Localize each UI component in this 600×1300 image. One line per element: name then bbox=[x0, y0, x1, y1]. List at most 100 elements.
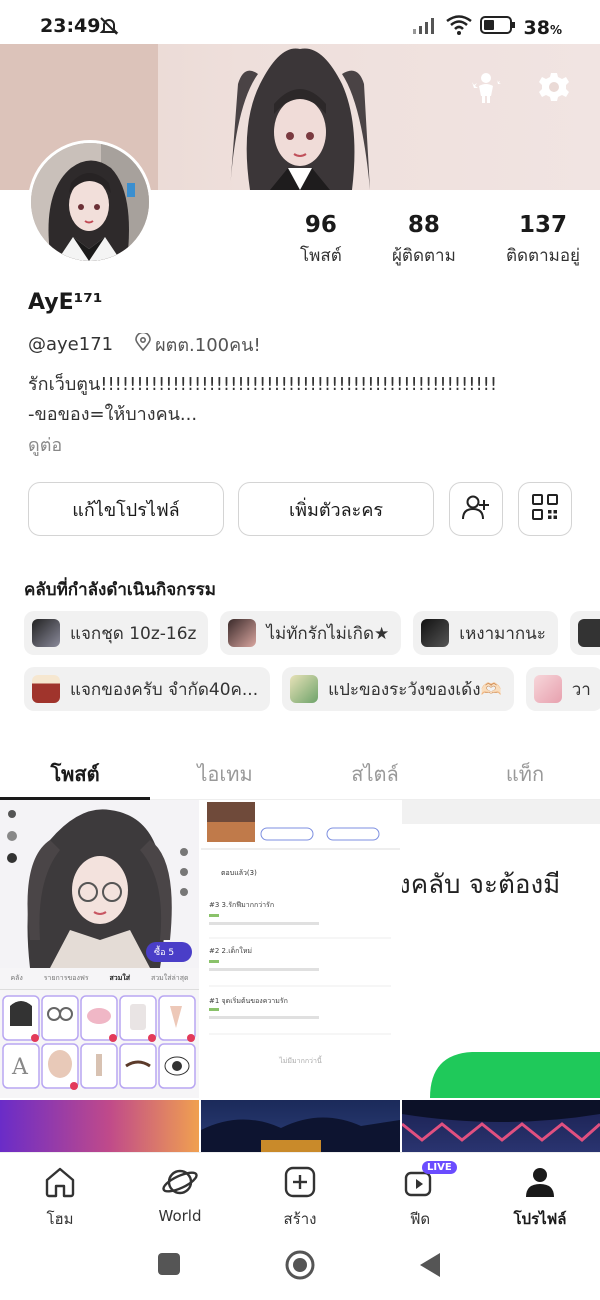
settings-gear-icon[interactable] bbox=[536, 69, 572, 105]
club-name: วา bbox=[571, 679, 591, 700]
feed-end-note: ไม่มีมากกว่านี้ bbox=[279, 1057, 322, 1065]
club-chip[interactable]: แปะของระวังของเด้ง🫶🏻 bbox=[282, 667, 514, 711]
live-badge: LIVE bbox=[422, 1161, 457, 1174]
wifi-icon bbox=[445, 15, 472, 40]
feed-comment-count: ตอบแล้ว(3) bbox=[221, 869, 257, 877]
post-thumbnail[interactable]: งคลับ จะต้องมี bbox=[402, 800, 600, 1098]
recent-apps-icon[interactable] bbox=[157, 1252, 181, 1280]
buy-badge: ซื้อ 5 bbox=[154, 948, 175, 958]
club-chip[interactable]: แจกชุด 10z-16z bbox=[24, 611, 209, 655]
stat-following[interactable]: 137 ติดตามอยู่ bbox=[506, 212, 580, 269]
mute-icon bbox=[98, 16, 120, 40]
system-navigation-bar bbox=[0, 1232, 600, 1300]
club-thumbnail bbox=[577, 619, 600, 647]
club-chip[interactable]: แจกของครับ จำกัด40ค... bbox=[24, 667, 271, 711]
post-banner-text: งคลับ จะต้องมี bbox=[402, 870, 561, 900]
stat-posts[interactable]: 96 โพสต์ bbox=[300, 212, 342, 269]
post-image bbox=[201, 802, 400, 852]
club-name: เหงามากนะ bbox=[459, 623, 546, 644]
club-name: แจกของครับ จำกัด40ค... bbox=[70, 679, 259, 700]
tab-style[interactable]: สไตล์ bbox=[300, 744, 450, 799]
location-pin-icon bbox=[135, 331, 151, 356]
nav-profile[interactable]: โปรไฟล์ bbox=[480, 1153, 600, 1232]
edit-profile-button[interactable]: แก้ไขโปรไฟล์ bbox=[28, 482, 224, 536]
bio-line: -ขอของ=ให้บางคน... bbox=[28, 404, 198, 425]
status-time: 23:49 bbox=[40, 15, 101, 37]
shop-tab: รายการของฟร bbox=[43, 974, 89, 982]
stat-label: โพสต์ bbox=[300, 246, 342, 266]
club-name: แปะของระวังของเด้ง🫶🏻 bbox=[328, 679, 502, 700]
nav-label: สร้าง bbox=[283, 1210, 317, 1228]
club-chip[interactable] bbox=[569, 611, 600, 655]
profile-avatar[interactable] bbox=[28, 140, 152, 264]
stat-label: ผู้ติดตาม bbox=[391, 246, 456, 266]
posts-grid: ซื้อ 5 คลัง รายการของฟร สวมใส่ สวมใส่ล่า… bbox=[0, 800, 600, 1152]
club-thumbnail bbox=[290, 675, 319, 703]
shop-tab: สวมใส่ bbox=[109, 974, 131, 982]
home-button-icon[interactable] bbox=[284, 1249, 316, 1285]
nav-world[interactable]: World bbox=[120, 1153, 240, 1232]
location: ผตต.100คน! bbox=[135, 330, 261, 359]
nav-label: World bbox=[158, 1207, 202, 1225]
post-thumbnail[interactable]: ตอบแล้ว(3) #3 3.รักฟีมากกว่ารัก #2 2.เด็… bbox=[201, 800, 400, 1098]
banner-character-image bbox=[230, 48, 370, 190]
stat-value: 88 bbox=[407, 212, 440, 238]
post-thumbnail[interactable] bbox=[402, 1100, 600, 1152]
battery-icon bbox=[479, 15, 516, 40]
back-icon[interactable] bbox=[418, 1251, 442, 1283]
shop-tab: คลัง bbox=[10, 974, 23, 982]
club-thumbnail bbox=[533, 675, 562, 703]
club-thumbnail bbox=[421, 619, 450, 647]
nav-feed[interactable]: LIVE ฟีด bbox=[360, 1153, 480, 1232]
profile-tabs: โพสต์ ไอเทม สไตล์ แท็ก bbox=[0, 744, 600, 800]
location-text: ผตต.100คน! bbox=[155, 335, 261, 356]
user-handle: @aye171 bbox=[28, 334, 114, 355]
post-thumbnail[interactable] bbox=[0, 1100, 199, 1152]
post-thumbnail[interactable] bbox=[201, 1100, 400, 1152]
club-thumbnail bbox=[32, 619, 60, 647]
active-clubs-title: คลับที่กำลังดำเนินกิจกรรม bbox=[24, 580, 216, 600]
nav-label: ฟีด bbox=[409, 1210, 431, 1228]
add-user-icon bbox=[462, 494, 490, 525]
profile-stats: 96 โพสต์ 88 ผู้ติดตาม 137 ติดตามอยู่ bbox=[300, 212, 580, 269]
nav-create[interactable]: สร้าง bbox=[240, 1153, 360, 1232]
profile-icon bbox=[523, 1165, 557, 1203]
planet-icon bbox=[161, 1165, 199, 1203]
club-name: ไม่ทักรักไม่เกิด★ bbox=[266, 623, 390, 644]
qr-code-button[interactable] bbox=[518, 482, 572, 536]
tab-posts[interactable]: โพสต์ bbox=[0, 744, 150, 800]
club-name: แจกชุด 10z-16z bbox=[70, 623, 197, 644]
club-chip[interactable]: เหงามากนะ bbox=[413, 611, 558, 655]
club-chip[interactable]: วา bbox=[525, 667, 600, 711]
feed-lines bbox=[209, 914, 391, 1035]
add-character-button[interactable]: เพิ่มตัวละคร bbox=[238, 482, 434, 536]
add-friend-button[interactable] bbox=[449, 482, 503, 536]
battery-level: 38 bbox=[523, 16, 550, 39]
bottom-navigation: โฮม World สร้าง LIVE ฟีด โปรไฟล์ bbox=[0, 1152, 600, 1232]
tab-tags[interactable]: แท็ก bbox=[450, 744, 600, 799]
display-name: AyE¹⁷¹ bbox=[28, 290, 103, 315]
post-image bbox=[402, 1100, 600, 1142]
post-thumbnail[interactable]: ซื้อ 5 คลัง รายการของฟร สวมใส่ สวมใส่ล่า… bbox=[0, 800, 199, 1098]
stat-label: ติดตามอยู่ bbox=[505, 246, 580, 266]
nav-label: โฮม bbox=[46, 1210, 74, 1228]
club-thumbnail bbox=[32, 675, 60, 703]
battery-unit: % bbox=[549, 22, 562, 37]
see-more-link[interactable]: ดูต่อ bbox=[28, 430, 62, 459]
stat-followers[interactable]: 88 ผู้ติดตาม bbox=[392, 212, 456, 269]
nav-home[interactable]: โฮม bbox=[0, 1153, 120, 1232]
shop-tabs: คลัง รายการของฟร สวมใส่ สวมใส่ล่าสุด bbox=[0, 968, 199, 990]
qr-code-icon bbox=[532, 493, 558, 525]
stat-value: 96 bbox=[304, 212, 337, 238]
handle-row: @aye171 ผตต.100คน! bbox=[28, 330, 261, 359]
shop-tab: สวมใส่ล่าสุด bbox=[150, 974, 189, 982]
club-chip[interactable]: ไม่ทักรักไม่เกิด★ bbox=[220, 611, 402, 655]
tab-items[interactable]: ไอเทม bbox=[150, 744, 300, 799]
stat-value: 137 bbox=[518, 212, 567, 238]
post-banner-shape bbox=[430, 1052, 600, 1098]
post-image bbox=[201, 1117, 400, 1152]
character-pose-icon[interactable] bbox=[468, 69, 504, 105]
create-icon bbox=[283, 1165, 317, 1203]
profile-bio: รักเว็บตูน!!!!!!!!!!!!!!!!!!!!!!!!!!!!!!… bbox=[28, 370, 497, 430]
signal-icon bbox=[412, 16, 438, 39]
